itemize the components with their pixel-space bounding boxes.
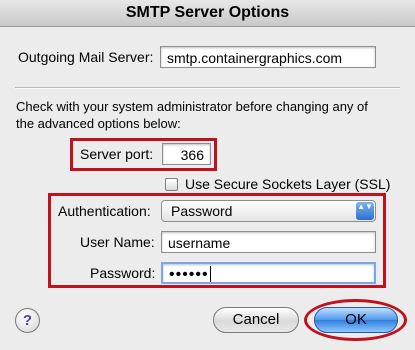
admin-notice-line-1: Check with your system administrator bef… [16,99,368,114]
user-name-field[interactable]: username [161,231,376,253]
authentication-label: Authentication: [58,203,151,219]
password-label: Password: [90,265,156,281]
password-field[interactable]: •••••• [161,262,376,284]
authentication-popup[interactable]: Password ▲▼ [161,200,376,222]
outgoing-mail-server-field[interactable]: smtp.containergraphics.com [160,46,376,68]
server-port-label: Server port: [80,146,154,162]
ssl-checkbox[interactable] [165,178,178,191]
authentication-selected-value: Password [171,203,233,219]
user-name-label: User Name: [80,234,155,250]
popup-arrows-icon: ▲▼ [356,202,374,220]
server-port-field[interactable]: 366 [162,143,211,165]
password-masked-value: •••••• [169,266,209,283]
ok-button[interactable]: OK [314,307,398,333]
ssl-checkbox-label: Use Secure Sockets Layer (SSL) [185,176,391,192]
window-title: SMTP Server Options [0,0,415,27]
text-cursor [209,266,211,282]
help-button[interactable]: ? [15,308,40,333]
cancel-button[interactable]: Cancel [213,307,299,333]
admin-notice-line-2: the advanced options below: [16,116,181,131]
outgoing-mail-server-label: Outgoing Mail Server: [18,49,154,65]
section-divider [15,87,400,89]
